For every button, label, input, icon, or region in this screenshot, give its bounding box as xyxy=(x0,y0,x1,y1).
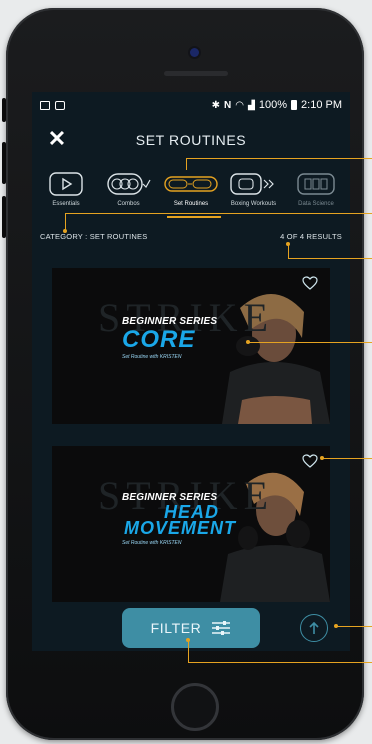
callout-line xyxy=(288,244,289,258)
scroll-to-top-button[interactable] xyxy=(300,614,328,642)
callout-dot xyxy=(186,638,190,642)
bluetooth-icon: ✱ xyxy=(211,99,220,111)
category-label: Data Science xyxy=(298,201,334,207)
category-boxing-workouts[interactable]: Boxing Workouts xyxy=(224,170,284,216)
active-category-indicator xyxy=(167,216,221,218)
category-combos[interactable]: Combos xyxy=(99,170,159,216)
callout-line xyxy=(186,158,187,170)
category-data-science[interactable]: Data Science xyxy=(286,170,346,216)
close-icon[interactable]: ✕ xyxy=(46,128,68,150)
set-routines-icon xyxy=(164,170,218,198)
app-header: ✕ SET ROUTINES xyxy=(32,118,350,162)
callout-line xyxy=(288,258,372,259)
battery-percent: 100% xyxy=(258,99,288,111)
callout-dot xyxy=(320,456,324,460)
callout-line xyxy=(336,626,372,627)
nfc-icon: N xyxy=(224,99,232,111)
category-label: Boxing Workouts xyxy=(230,201,277,207)
callout-line xyxy=(188,662,372,663)
category-set-routines[interactable]: Set Routines xyxy=(161,170,221,216)
sliders-icon xyxy=(212,621,231,635)
category-label: Set Routines xyxy=(173,201,209,207)
callout-dot xyxy=(246,340,250,344)
callout-line xyxy=(322,458,372,459)
routine-card-core[interactable]: STRIKE BEGINNER SERIES CORE Set Routine … xyxy=(52,268,330,424)
filter-button[interactable]: FILTER xyxy=(122,608,260,648)
category-label: Combos xyxy=(117,201,140,207)
callout-line xyxy=(65,213,372,214)
category-text: CATEGORY : SET ROUTINES xyxy=(40,232,148,241)
signal-icon: ▟ xyxy=(247,99,255,110)
home-button[interactable] xyxy=(171,683,219,731)
mute-switch[interactable] xyxy=(2,98,6,122)
routine-title-line2: MOVEMENT xyxy=(124,518,237,538)
results-meta: CATEGORY : SET ROUTINES 4 OF 4 RESULTS xyxy=(40,232,342,241)
callout-line xyxy=(186,158,372,159)
wifi-icon: ◠ xyxy=(235,99,244,111)
routine-subtitle: Set Routine with KRISTEN xyxy=(122,354,182,360)
callout-line xyxy=(188,640,189,662)
routine-card-head-movement[interactable]: STRIKE BEGINNER SERIES HEAD MOVEMENT Set… xyxy=(52,446,330,602)
filter-label: FILTER xyxy=(150,620,202,636)
boxing-workouts-icon xyxy=(229,170,278,198)
storage-notification-icon xyxy=(55,100,65,110)
category-bar: Essentials Combos Set Routines Boxing Wo… xyxy=(32,170,350,216)
heart-icon[interactable] xyxy=(302,454,318,468)
data-science-icon xyxy=(297,170,335,198)
callout-dot xyxy=(286,242,290,246)
results-count: 4 OF 4 RESULTS xyxy=(280,232,342,241)
battery-icon xyxy=(291,100,298,110)
front-camera xyxy=(190,48,199,57)
routine-title: CORE xyxy=(122,326,196,353)
app-screen: ✱ N ◠ ▟ 100% 2:10 PM ✕ SET ROUTINES Esse… xyxy=(32,92,350,651)
callout-dot xyxy=(334,624,338,628)
play-icon xyxy=(49,170,83,198)
combo-icon xyxy=(106,170,151,198)
category-label: Essentials xyxy=(52,201,80,207)
routine-subtitle: Set Routine with KRISTEN xyxy=(122,540,182,546)
callout-line xyxy=(248,342,372,343)
category-essentials[interactable]: Essentials xyxy=(36,170,96,216)
volume-up-button[interactable] xyxy=(2,142,6,184)
page-title: SET ROUTINES xyxy=(135,132,247,148)
volume-down-button[interactable] xyxy=(2,196,6,238)
status-bar: ✱ N ◠ ▟ 100% 2:10 PM xyxy=(32,92,350,118)
callout-dot xyxy=(63,229,67,233)
arrow-up-icon xyxy=(309,621,319,634)
image-notification-icon xyxy=(40,100,50,110)
heart-icon[interactable] xyxy=(302,276,318,290)
earpiece-speaker xyxy=(164,71,228,76)
clock: 2:10 PM xyxy=(301,99,342,111)
